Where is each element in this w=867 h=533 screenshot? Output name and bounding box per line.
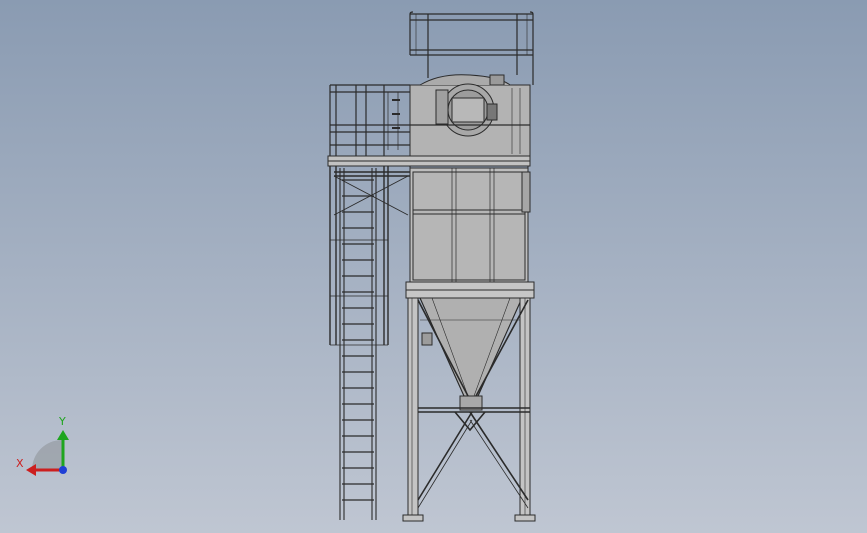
triad-base-shadow	[32, 440, 62, 470]
x-axis-arrowhead	[26, 464, 36, 476]
y-axis-arrowhead	[57, 430, 69, 440]
x-axis-label: X	[16, 457, 24, 470]
graphics-viewport[interactable]: X Y	[0, 0, 867, 533]
y-axis-label: Y	[59, 415, 66, 428]
view-orientation-triad	[26, 430, 69, 476]
z-axis-dot	[59, 466, 67, 474]
